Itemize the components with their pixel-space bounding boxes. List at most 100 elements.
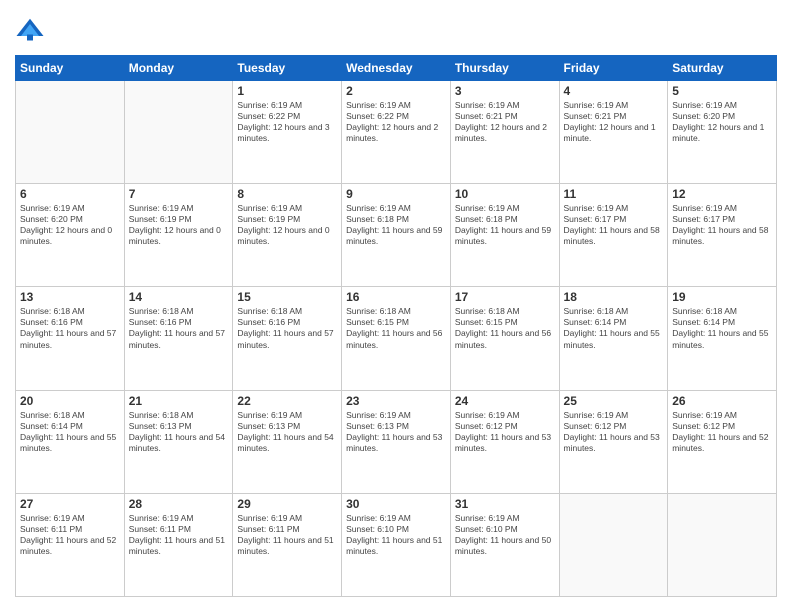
calendar-cell: 28 Sunrise: 6:19 AMSunset: 6:11 PMDayligh… <box>124 493 233 596</box>
cell-info: Sunrise: 6:18 AMSunset: 6:16 PMDaylight:… <box>129 306 229 350</box>
day-number: 8 <box>237 187 337 201</box>
cell-info: Sunrise: 6:19 AMSunset: 6:11 PMDaylight:… <box>237 513 337 557</box>
cell-info: Sunrise: 6:19 AMSunset: 6:19 PMDaylight:… <box>129 203 229 247</box>
day-number: 27 <box>20 497 120 511</box>
calendar-cell: 29 Sunrise: 6:19 AMSunset: 6:11 PMDayligh… <box>233 493 342 596</box>
cell-info: Sunrise: 6:18 AMSunset: 6:16 PMDaylight:… <box>20 306 120 350</box>
day-number: 31 <box>455 497 555 511</box>
calendar-week-3: 13 Sunrise: 6:18 AMSunset: 6:16 PMDayligh… <box>16 287 777 390</box>
day-number: 18 <box>564 290 664 304</box>
logo <box>15 15 47 45</box>
day-number: 14 <box>129 290 229 304</box>
cell-info: Sunrise: 6:19 AMSunset: 6:20 PMDaylight:… <box>672 100 772 144</box>
cell-info: Sunrise: 6:19 AMSunset: 6:13 PMDaylight:… <box>346 410 446 454</box>
cell-info: Sunrise: 6:18 AMSunset: 6:14 PMDaylight:… <box>20 410 120 454</box>
calendar-cell: 2 Sunrise: 6:19 AMSunset: 6:22 PMDaylight… <box>342 81 451 184</box>
calendar-cell: 18 Sunrise: 6:18 AMSunset: 6:14 PMDayligh… <box>559 287 668 390</box>
calendar-cell <box>668 493 777 596</box>
calendar-cell: 12 Sunrise: 6:19 AMSunset: 6:17 PMDayligh… <box>668 184 777 287</box>
calendar-cell: 24Sunrise: 6:19 AMSunset: 6:12 PMDayligh… <box>450 390 559 493</box>
calendar-week-2: 6 Sunrise: 6:19 AMSunset: 6:20 PMDaylight… <box>16 184 777 287</box>
cell-info: Sunrise: 6:19 AMSunset: 6:12 PMDaylight:… <box>672 410 772 454</box>
page: SundayMondayTuesdayWednesdayThursdayFrid… <box>0 0 792 612</box>
calendar-cell: 25 Sunrise: 6:19 AMSunset: 6:12 PMDayligh… <box>559 390 668 493</box>
calendar-cell: 10 Sunrise: 6:19 AMSunset: 6:18 PMDayligh… <box>450 184 559 287</box>
day-number: 28 <box>129 497 229 511</box>
cell-info: Sunrise: 6:19 AMSunset: 6:21 PMDaylight:… <box>455 100 555 144</box>
calendar-cell: 15Sunrise: 6:18 AMSunset: 6:16 PMDayligh… <box>233 287 342 390</box>
day-number: 12 <box>672 187 772 201</box>
cell-info: Sunrise: 6:19 AMSunset: 6:18 PMDaylight:… <box>346 203 446 247</box>
col-header-tuesday: Tuesday <box>233 56 342 81</box>
calendar-cell <box>16 81 125 184</box>
day-number: 2 <box>346 84 446 98</box>
calendar-week-1: 1 Sunrise: 6:19 AMSunset: 6:22 PMDaylight… <box>16 81 777 184</box>
header <box>15 15 777 45</box>
day-number: 9 <box>346 187 446 201</box>
calendar-table: SundayMondayTuesdayWednesdayThursdayFrid… <box>15 55 777 597</box>
day-number: 29 <box>237 497 337 511</box>
day-number: 26 <box>672 394 772 408</box>
cell-info: Sunrise: 6:18 AMSunset: 6:15 PMDaylight:… <box>455 306 555 350</box>
day-number: 24 <box>455 394 555 408</box>
calendar-cell: 5 Sunrise: 6:19 AMSunset: 6:20 PMDaylight… <box>668 81 777 184</box>
cell-info: Sunrise: 6:19 AMSunset: 6:20 PMDaylight:… <box>20 203 120 247</box>
calendar-cell: 20 Sunrise: 6:18 AMSunset: 6:14 PMDayligh… <box>16 390 125 493</box>
day-number: 23 <box>346 394 446 408</box>
calendar-cell: 31Sunrise: 6:19 AMSunset: 6:10 PMDayligh… <box>450 493 559 596</box>
cell-info: Sunrise: 6:19 AMSunset: 6:18 PMDaylight:… <box>455 203 555 247</box>
calendar-cell: 4 Sunrise: 6:19 AMSunset: 6:21 PMDaylight… <box>559 81 668 184</box>
cell-info: Sunrise: 6:18 AMSunset: 6:14 PMDaylight:… <box>672 306 772 350</box>
day-number: 25 <box>564 394 664 408</box>
col-header-saturday: Saturday <box>668 56 777 81</box>
cell-info: Sunrise: 6:19 AMSunset: 6:10 PMDaylight:… <box>346 513 446 557</box>
cell-info: Sunrise: 6:19 AMSunset: 6:19 PMDaylight:… <box>237 203 337 247</box>
cell-info: Sunrise: 6:18 AMSunset: 6:13 PMDaylight:… <box>129 410 229 454</box>
day-number: 7 <box>129 187 229 201</box>
cell-info: Sunrise: 6:19 AMSunset: 6:12 PMDaylight:… <box>564 410 664 454</box>
logo-icon <box>15 15 45 45</box>
day-number: 22 <box>237 394 337 408</box>
calendar-cell: 17Sunrise: 6:18 AMSunset: 6:15 PMDayligh… <box>450 287 559 390</box>
day-number: 19 <box>672 290 772 304</box>
calendar-cell: 7 Sunrise: 6:19 AMSunset: 6:19 PMDaylight… <box>124 184 233 287</box>
day-number: 5 <box>672 84 772 98</box>
cell-info: Sunrise: 6:19 AMSunset: 6:17 PMDaylight:… <box>564 203 664 247</box>
day-number: 10 <box>455 187 555 201</box>
calendar-cell: 14 Sunrise: 6:18 AMSunset: 6:16 PMDayligh… <box>124 287 233 390</box>
day-number: 20 <box>20 394 120 408</box>
col-header-monday: Monday <box>124 56 233 81</box>
day-number: 16 <box>346 290 446 304</box>
cell-info: Sunrise: 6:18 AMSunset: 6:15 PMDaylight:… <box>346 306 446 350</box>
calendar-cell: 16 Sunrise: 6:18 AMSunset: 6:15 PMDayligh… <box>342 287 451 390</box>
day-number: 21 <box>129 394 229 408</box>
calendar-cell: 9 Sunrise: 6:19 AMSunset: 6:18 PMDaylight… <box>342 184 451 287</box>
day-number: 30 <box>346 497 446 511</box>
cell-info: Sunrise: 6:19 AMSunset: 6:17 PMDaylight:… <box>672 203 772 247</box>
calendar-cell: 1Sunrise: 6:19 AMSunset: 6:22 PMDaylight… <box>233 81 342 184</box>
day-number: 4 <box>564 84 664 98</box>
cell-info: Sunrise: 6:19 AMSunset: 6:11 PMDaylight:… <box>129 513 229 557</box>
cell-info: Sunrise: 6:19 AMSunset: 6:22 PMDaylight:… <box>346 100 446 144</box>
calendar-cell: 26 Sunrise: 6:19 AMSunset: 6:12 PMDayligh… <box>668 390 777 493</box>
calendar-week-5: 27 Sunrise: 6:19 AMSunset: 6:11 PMDayligh… <box>16 493 777 596</box>
cell-info: Sunrise: 6:18 AMSunset: 6:14 PMDaylight:… <box>564 306 664 350</box>
calendar-header-row: SundayMondayTuesdayWednesdayThursdayFrid… <box>16 56 777 81</box>
cell-info: Sunrise: 6:18 AMSunset: 6:16 PMDaylight:… <box>237 306 337 350</box>
calendar-week-4: 20 Sunrise: 6:18 AMSunset: 6:14 PMDayligh… <box>16 390 777 493</box>
calendar-cell: 22 Sunrise: 6:19 AMSunset: 6:13 PMDayligh… <box>233 390 342 493</box>
cell-info: Sunrise: 6:19 AMSunset: 6:13 PMDaylight:… <box>237 410 337 454</box>
calendar-cell: 13 Sunrise: 6:18 AMSunset: 6:16 PMDayligh… <box>16 287 125 390</box>
calendar-cell: 21 Sunrise: 6:18 AMSunset: 6:13 PMDayligh… <box>124 390 233 493</box>
day-number: 13 <box>20 290 120 304</box>
calendar-cell: 6 Sunrise: 6:19 AMSunset: 6:20 PMDaylight… <box>16 184 125 287</box>
day-number: 6 <box>20 187 120 201</box>
cell-info: Sunrise: 6:19 AMSunset: 6:11 PMDaylight:… <box>20 513 120 557</box>
col-header-friday: Friday <box>559 56 668 81</box>
col-header-thursday: Thursday <box>450 56 559 81</box>
col-header-sunday: Sunday <box>16 56 125 81</box>
cell-info: Sunrise: 6:19 AMSunset: 6:21 PMDaylight:… <box>564 100 664 144</box>
col-header-wednesday: Wednesday <box>342 56 451 81</box>
day-number: 1 <box>237 84 337 98</box>
calendar-cell: 3Sunrise: 6:19 AMSunset: 6:21 PMDaylight… <box>450 81 559 184</box>
